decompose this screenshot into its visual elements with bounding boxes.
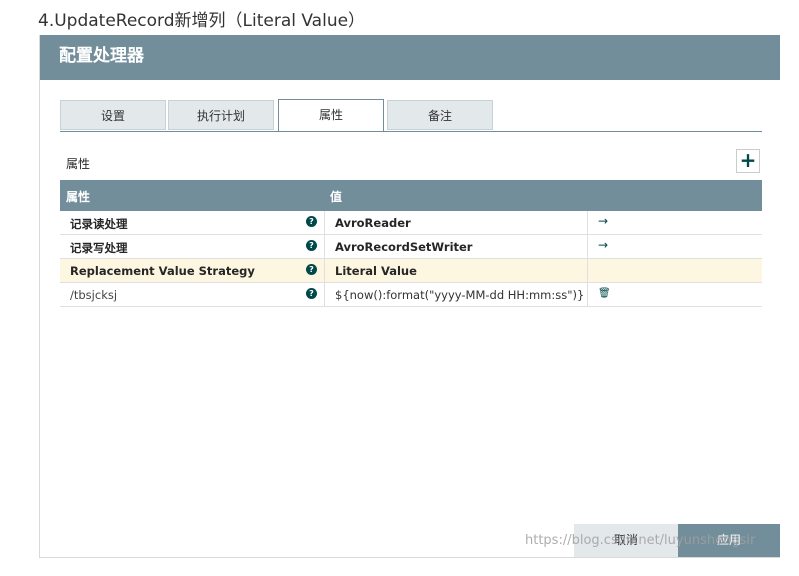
property-name: /tbsjcksj xyxy=(70,288,118,302)
help-icon[interactable]: ? xyxy=(306,288,317,299)
column-divider xyxy=(324,235,325,258)
column-divider xyxy=(587,211,588,234)
column-divider xyxy=(324,211,325,234)
add-property-button[interactable]: + xyxy=(736,149,760,173)
tab-scheduling[interactable]: 执行计划 xyxy=(168,100,274,130)
column-divider xyxy=(587,235,588,258)
table-row[interactable]: 记录写处理 ? AvroRecordSetWriter → xyxy=(60,235,762,259)
help-icon[interactable]: ? xyxy=(306,216,317,227)
table-row[interactable]: /tbsjcksj ? ${now():format("yyyy-MM-dd H… xyxy=(60,283,762,307)
table-row[interactable]: Replacement Value Strategy ? Literal Val… xyxy=(60,259,762,283)
help-icon[interactable]: ? xyxy=(306,264,317,275)
property-name: 记录读处理 xyxy=(70,217,128,231)
arrow-right-icon[interactable]: → xyxy=(598,214,608,228)
properties-table: 属性 值 记录读处理 ? AvroReader → 记录写处理 ? AvroRe… xyxy=(60,180,762,307)
property-name: 记录写处理 xyxy=(70,241,128,255)
table-header: 属性 值 xyxy=(60,180,762,211)
tab-properties[interactable]: 属性 xyxy=(278,99,384,132)
apply-button[interactable]: 应用 xyxy=(678,524,780,557)
column-divider xyxy=(587,259,588,282)
column-divider xyxy=(587,283,588,306)
table-row[interactable]: 记录读处理 ? AvroReader → xyxy=(60,211,762,235)
property-name: Replacement Value Strategy xyxy=(70,264,255,278)
arrow-right-icon[interactable]: → xyxy=(598,238,608,252)
cancel-button[interactable]: 取消 xyxy=(574,524,678,557)
property-value[interactable]: ${now():format("yyyy-MM-dd HH:mm:ss")} xyxy=(335,288,584,302)
properties-section-label: 属性 xyxy=(66,157,91,171)
column-divider xyxy=(324,283,325,306)
column-header-value: 值 xyxy=(330,190,343,204)
tab-settings[interactable]: 设置 xyxy=(60,100,166,130)
help-icon[interactable]: ? xyxy=(306,240,317,251)
tab-comments[interactable]: 备注 xyxy=(387,100,493,130)
plus-icon: + xyxy=(739,148,757,172)
tab-divider xyxy=(60,131,762,132)
property-value[interactable]: AvroRecordSetWriter xyxy=(335,240,472,254)
property-value[interactable]: AvroReader xyxy=(335,216,411,230)
column-divider xyxy=(324,259,325,282)
dialog-title: 配置处理器 xyxy=(40,35,780,80)
property-value[interactable]: Literal Value xyxy=(335,264,417,278)
trash-icon[interactable]: 🗑 xyxy=(598,288,611,299)
column-header-property: 属性 xyxy=(66,190,91,204)
page-heading: 4.UpdateRecord新增列（Literal Value） xyxy=(38,11,366,31)
configure-processor-dialog: 配置处理器 设置 执行计划 属性 备注 属性 + 属性 值 记录读处理 ? Av… xyxy=(39,35,780,558)
